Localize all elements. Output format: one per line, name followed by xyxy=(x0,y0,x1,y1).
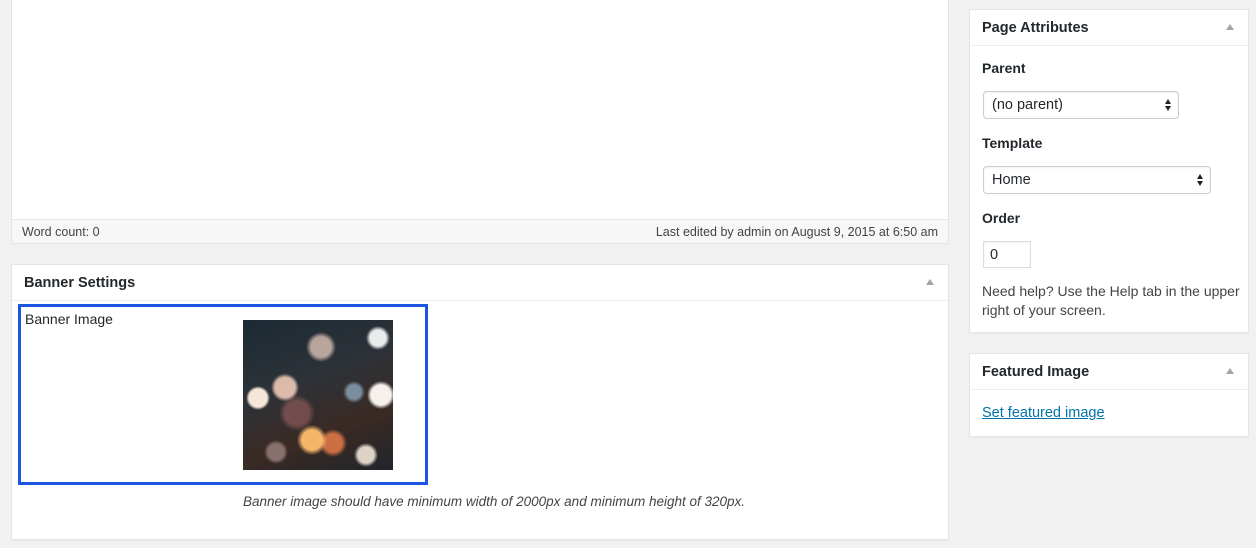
featured-image-box: Featured Image Set featured image xyxy=(969,353,1249,437)
featured-image-title: Featured Image xyxy=(982,363,1090,380)
banner-settings-box: Banner Settings Banner Image Banner imag… xyxy=(11,264,949,540)
banner-settings-title: Banner Settings xyxy=(24,274,136,291)
banner-image-field: Banner Image xyxy=(18,304,428,485)
help-text: Need help? Use the Help tab in the upper… xyxy=(982,283,1240,318)
banner-image-thumbnail[interactable] xyxy=(243,320,393,470)
word-count: Word count: 0 xyxy=(22,224,100,239)
collapse-arrow-icon[interactable] xyxy=(1226,368,1234,374)
order-label: Order xyxy=(982,210,1021,226)
template-select-value: Home xyxy=(992,172,1031,188)
page-attributes-header[interactable]: Page Attributes xyxy=(970,10,1248,46)
editor-status-bar: Word count: 0 Last edited by admin on Au… xyxy=(12,219,948,243)
parent-select-value: (no parent) xyxy=(992,97,1063,113)
order-input[interactable] xyxy=(983,241,1031,268)
set-featured-image-link[interactable]: Set featured image xyxy=(982,405,1105,421)
page-attributes-box: Page Attributes Parent (no parent) Templ… xyxy=(969,9,1249,333)
select-arrows-icon xyxy=(1165,98,1172,112)
page-attributes-title: Page Attributes xyxy=(982,19,1089,36)
template-select[interactable]: Home xyxy=(983,166,1211,194)
editor-area: Word count: 0 Last edited by admin on Au… xyxy=(11,0,949,244)
last-edited: Last edited by admin on August 9, 2015 a… xyxy=(655,224,938,239)
content-editor[interactable] xyxy=(12,0,948,219)
parent-select[interactable]: (no parent) xyxy=(983,91,1179,119)
banner-image-label: Banner Image xyxy=(25,311,113,327)
select-arrows-icon xyxy=(1197,173,1204,187)
banner-image-description: Banner image should have minimum width o… xyxy=(243,494,746,509)
template-label: Template xyxy=(982,135,1043,151)
parent-label: Parent xyxy=(982,60,1026,76)
featured-image-header[interactable]: Featured Image xyxy=(970,354,1248,390)
collapse-arrow-icon[interactable] xyxy=(1226,24,1234,30)
banner-settings-header[interactable]: Banner Settings xyxy=(12,265,948,301)
collapse-arrow-icon[interactable] xyxy=(926,279,934,285)
